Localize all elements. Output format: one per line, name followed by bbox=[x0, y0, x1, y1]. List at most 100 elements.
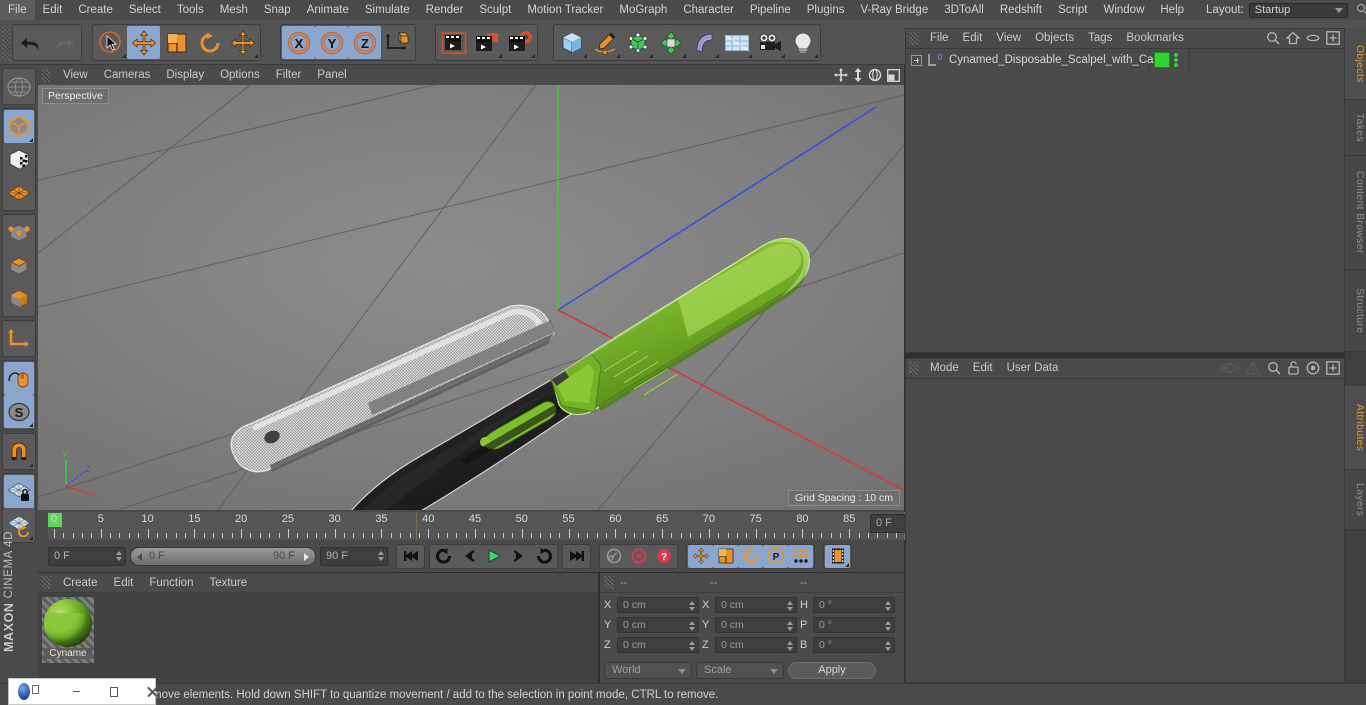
material-menu-function[interactable]: Function bbox=[141, 573, 201, 593]
go-to-end-button[interactable] bbox=[564, 545, 589, 568]
render-settings-button[interactable] bbox=[503, 26, 536, 59]
spline-pen-button[interactable] bbox=[588, 26, 621, 59]
viewport-menu-filter[interactable]: Filter bbox=[268, 65, 310, 85]
viewport-menu-panel[interactable]: Panel bbox=[309, 65, 354, 85]
menu-pipeline[interactable]: Pipeline bbox=[742, 0, 799, 20]
coord-size-x-field[interactable]: 0 cm bbox=[715, 597, 797, 613]
polygons-mode-icon[interactable] bbox=[4, 282, 34, 315]
dolly-icon[interactable] bbox=[853, 68, 863, 85]
home-icon[interactable] bbox=[1285, 31, 1301, 48]
menu-script[interactable]: Script bbox=[1050, 0, 1095, 20]
orbit-icon[interactable] bbox=[868, 68, 882, 85]
material-tag-icon[interactable] bbox=[1154, 52, 1170, 68]
object-manager-grip[interactable] bbox=[909, 32, 919, 45]
stepper-icon[interactable] bbox=[884, 641, 891, 654]
primitive-cube-button[interactable] bbox=[555, 26, 588, 59]
menu-3dtoall[interactable]: 3DToAll bbox=[936, 0, 992, 20]
record-active-objects-button[interactable] bbox=[626, 545, 651, 568]
stepper-icon[interactable] bbox=[884, 601, 891, 614]
play-button[interactable] bbox=[481, 545, 506, 568]
position-key-button[interactable] bbox=[688, 544, 713, 568]
attributes-menu-mode[interactable]: Mode bbox=[923, 359, 966, 378]
magnet-tool-icon[interactable] bbox=[4, 435, 34, 468]
coord-rot-p-field[interactable]: 0 ° bbox=[813, 617, 895, 633]
menu-snap[interactable]: Snap bbox=[256, 0, 299, 20]
attributes-menu-edit[interactable]: Edit bbox=[966, 359, 1000, 378]
rotate-tool-button[interactable] bbox=[193, 26, 226, 59]
loop-forward-button[interactable] bbox=[531, 545, 556, 568]
material-menu-create[interactable]: Create bbox=[55, 573, 106, 593]
axis-y-button[interactable]: Y bbox=[315, 26, 348, 59]
tab-takes[interactable]: Takes bbox=[1345, 100, 1366, 156]
stepper-icon[interactable] bbox=[688, 601, 695, 614]
object-menu-file[interactable]: File bbox=[923, 29, 956, 48]
range-left-arrow-icon[interactable] bbox=[137, 552, 142, 561]
stepper-icon[interactable] bbox=[786, 601, 793, 614]
deformer-bend-button[interactable] bbox=[687, 26, 720, 59]
light-button[interactable] bbox=[786, 26, 819, 59]
autokeying-button[interactable] bbox=[601, 545, 626, 568]
menu-render[interactable]: Render bbox=[418, 0, 472, 20]
size-mode-dropdown[interactable]: Scale bbox=[696, 662, 784, 679]
make-editable-icon[interactable] bbox=[4, 70, 34, 103]
timeline-ruler[interactable]: 051015202530354045505560657075808590 bbox=[48, 512, 905, 540]
material-item[interactable]: Cyname bbox=[42, 597, 94, 663]
enable-snap-icon[interactable] bbox=[4, 362, 34, 395]
move-alt-tool-button[interactable] bbox=[226, 26, 259, 59]
step-back-button[interactable] bbox=[456, 545, 481, 568]
object-menu-bookmarks[interactable]: Bookmarks bbox=[1119, 29, 1191, 48]
coord-system-dropdown[interactable]: World bbox=[604, 662, 692, 679]
menu-edit[interactable]: Edit bbox=[35, 0, 71, 20]
reflect-icon[interactable] bbox=[1218, 361, 1240, 378]
menu-character[interactable]: Character bbox=[675, 0, 742, 20]
menu-animate[interactable]: Animate bbox=[299, 0, 357, 20]
viewport-menu-view[interactable]: View bbox=[55, 65, 96, 85]
object-menu-view[interactable]: View bbox=[989, 29, 1028, 48]
menu-help[interactable]: Help bbox=[1152, 0, 1192, 20]
coord-pos-z-field[interactable]: 0 cm bbox=[617, 637, 699, 653]
viewport-menu-cameras[interactable]: Cameras bbox=[96, 65, 159, 85]
menu-select[interactable]: Select bbox=[121, 0, 169, 20]
viewport-grip[interactable] bbox=[41, 68, 51, 82]
stepper-icon[interactable] bbox=[688, 641, 695, 654]
tab-layers[interactable]: Layers bbox=[1345, 470, 1366, 530]
apply-button[interactable]: Apply bbox=[788, 662, 876, 679]
menu-motion-tracker[interactable]: Motion Tracker bbox=[519, 0, 611, 20]
modeling-object-button[interactable] bbox=[654, 26, 687, 59]
toolbar-grip[interactable] bbox=[2, 25, 11, 61]
filmstrip-icon[interactable] bbox=[825, 544, 850, 568]
generator-nurbs-button[interactable] bbox=[621, 26, 654, 59]
keyframe-selection-button[interactable]: ? bbox=[651, 545, 676, 568]
axis-x-button[interactable]: X bbox=[282, 26, 315, 59]
coord-size-y-field[interactable]: 0 cm bbox=[715, 617, 797, 633]
layout-select[interactable]: Startup bbox=[1248, 2, 1349, 18]
axis-mode-icon[interactable] bbox=[4, 322, 34, 355]
scale-key-button[interactable] bbox=[713, 544, 738, 568]
ellipse-icon[interactable] bbox=[1306, 33, 1320, 46]
viewport-menu-options[interactable]: Options bbox=[212, 65, 268, 85]
play-backwards-loop-button[interactable] bbox=[431, 545, 456, 568]
undo-button[interactable] bbox=[14, 26, 47, 59]
lock-workplane-icon[interactable] bbox=[4, 475, 34, 508]
menu-mograph[interactable]: MoGraph bbox=[611, 0, 675, 20]
edges-mode-icon[interactable] bbox=[4, 249, 34, 282]
go-to-start-button[interactable] bbox=[398, 545, 423, 568]
object-menu-tags[interactable]: Tags bbox=[1081, 29, 1119, 48]
search-icon[interactable] bbox=[1356, 3, 1366, 17]
menu-mesh[interactable]: Mesh bbox=[212, 0, 256, 20]
render-view-button[interactable] bbox=[437, 26, 470, 59]
menu-plugins[interactable]: Plugins bbox=[799, 0, 853, 20]
point-level-animation-button[interactable] bbox=[788, 544, 813, 568]
stepper-icon[interactable] bbox=[884, 621, 891, 634]
stepper-icon[interactable] bbox=[377, 550, 384, 564]
current-frame-field[interactable]: 0 F bbox=[48, 546, 126, 566]
object-tree[interactable]: 0 Cynamed_Disposable_Scalpel_with_Cap bbox=[906, 48, 1344, 352]
polygon-grid-icon[interactable] bbox=[4, 176, 34, 209]
redo-button[interactable] bbox=[47, 26, 80, 59]
menu-redshift[interactable]: Redshift bbox=[992, 0, 1050, 20]
tab-content-browser[interactable]: Content Browser bbox=[1345, 156, 1366, 270]
live-selection-button[interactable] bbox=[94, 26, 127, 59]
material-manager-grip[interactable] bbox=[41, 576, 51, 589]
stepper-icon[interactable] bbox=[786, 621, 793, 634]
menu-tools[interactable]: Tools bbox=[169, 0, 212, 20]
